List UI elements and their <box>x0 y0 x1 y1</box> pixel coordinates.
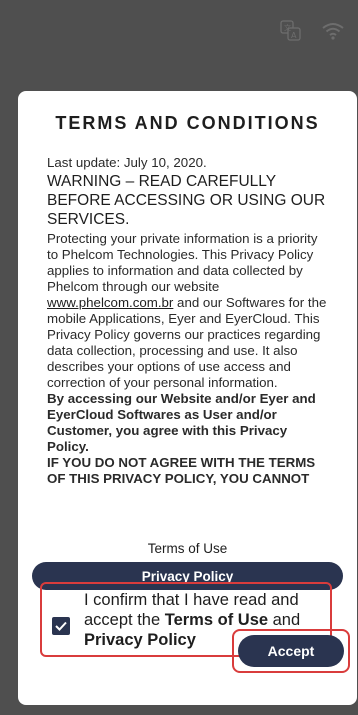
confirm-terms: Terms of Use <box>164 610 269 629</box>
confirm-privacy: Privacy Policy <box>84 630 196 649</box>
accept-button[interactable]: Accept <box>238 635 344 667</box>
terms-of-use-link[interactable]: Terms of Use <box>18 541 357 556</box>
terms-dialog: TERMS AND CONDITIONS Last update: July 1… <box>18 91 357 705</box>
wifi-icon <box>322 22 344 40</box>
svg-text:A: A <box>291 31 297 40</box>
accept-highlight: Accept <box>232 629 350 673</box>
intro-text-before: Protecting your private information is a… <box>47 231 318 294</box>
disagreement-paragraph: IF YOU DO NOT AGREE WITH THE TERMS OF TH… <box>47 455 316 486</box>
checkmark-icon <box>55 621 67 631</box>
translate-icon[interactable]: 文 A <box>280 20 302 42</box>
agreement-paragraph: By accessing our Website and/or Eyer and… <box>47 391 316 454</box>
dialog-title: TERMS AND CONDITIONS <box>55 113 320 133</box>
warning-text: WARNING – READ CAREFULLY BEFORE ACCESSIN… <box>47 173 326 228</box>
confirm-and: and <box>268 610 301 629</box>
intro-paragraph: Protecting your private information is a… <box>47 231 327 391</box>
website-link[interactable]: www.phelcom.com.br <box>47 295 173 310</box>
last-update: Last update: July 10, 2020. <box>47 155 207 170</box>
status-bar: 文 A <box>280 20 344 42</box>
svg-text:文: 文 <box>284 23 291 32</box>
terms-body[interactable]: Last update: July 10, 2020. WARNING – RE… <box>47 155 327 530</box>
confirm-checkbox[interactable] <box>52 616 70 635</box>
